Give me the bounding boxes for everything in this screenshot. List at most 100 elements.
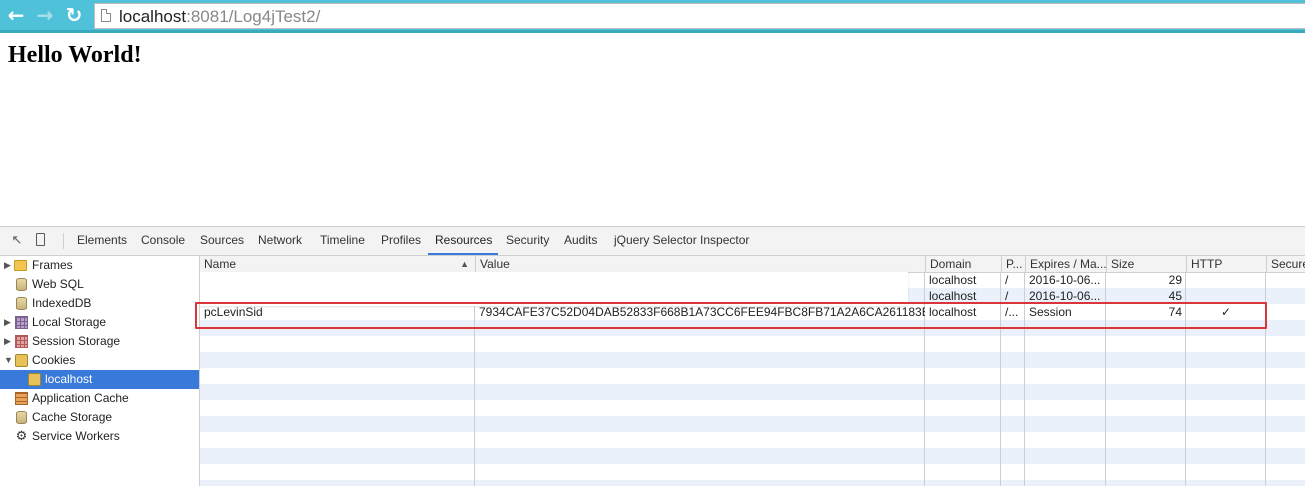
sidebar-item-cookies-localhost[interactable]: localhost (0, 370, 199, 389)
table-stripe (200, 368, 1305, 384)
gear-icon: ⚙ (15, 429, 28, 444)
tab-elements[interactable]: Elements (76, 227, 128, 255)
sidebar-item-label: Cache Storage (32, 410, 113, 424)
table-header: Name ▲ Value Domain P... Expires / Ma... … (200, 256, 1305, 273)
table-stripe (200, 320, 1305, 336)
page-icon (101, 9, 111, 22)
sidebar-item-cookies[interactable]: ▼ Cookies (0, 351, 199, 370)
cell-expires: 2016-10-06... (1029, 273, 1101, 287)
table-stripe (200, 480, 1305, 486)
cell-path: / (1005, 289, 1009, 303)
cell-expires: Session (1029, 305, 1072, 319)
table-stripe (200, 384, 1305, 400)
cookie-icon (15, 354, 28, 367)
cookie-icon (28, 373, 41, 386)
tab-timeline[interactable]: Timeline (319, 227, 366, 255)
url-path: :8081/Log4jTest2/ (186, 7, 321, 26)
tab-security[interactable]: Security (505, 227, 550, 255)
collapse-triangle-icon[interactable]: ▼ (4, 351, 13, 370)
tab-network[interactable]: Network (257, 227, 303, 255)
cell-size: 29 (1168, 273, 1182, 287)
column-header-http[interactable]: HTTP (1186, 256, 1266, 272)
cell-secure (1266, 288, 1305, 304)
sidebar-item-application-cache[interactable]: Application Cache (0, 389, 199, 408)
tab-jquery-selector-inspector[interactable]: jQuery Selector Inspector (613, 227, 750, 255)
sidebar-item-local-storage[interactable]: ▶ Local Storage (0, 313, 199, 332)
sidebar-item-label: Service Workers (32, 429, 120, 443)
sidebar-item-frames[interactable]: ▶ Frames (0, 256, 199, 275)
tab-sources[interactable]: Sources (199, 227, 245, 255)
expand-triangle-icon[interactable]: ▶ (4, 256, 12, 275)
tab-audits[interactable]: Audits (563, 227, 598, 255)
forward-arrow-icon[interactable]: → (34, 4, 56, 26)
table-stripe (200, 400, 1305, 416)
sidebar-item-label: localhost (45, 372, 93, 386)
table-stripe (200, 448, 1305, 464)
inspect-element-icon[interactable]: ↖ (10, 233, 24, 247)
sidebar-item-label: Cookies (32, 353, 76, 367)
sidebar-item-label: IndexedDB (32, 296, 92, 310)
url-host: localhost (119, 7, 187, 26)
cell-domain: localhost (929, 305, 977, 319)
folder-icon (14, 260, 27, 271)
table-stripe (200, 416, 1305, 432)
sidebar-item-label: Application Cache (32, 391, 129, 405)
column-header-value[interactable]: Value (475, 256, 925, 272)
cell-expires: 2016-10-06... (1029, 289, 1101, 303)
tab-profiles[interactable]: Profiles (380, 227, 422, 255)
cookies-table: Name ▲ Value Domain P... Expires / Ma... … (200, 256, 1305, 486)
cell-domain: localhost (929, 273, 977, 287)
cell-http (1186, 272, 1266, 288)
expand-triangle-icon[interactable]: ▶ (4, 332, 12, 351)
address-bar[interactable]: localhost:8081/Log4jTest2/ (94, 3, 1305, 29)
page-heading: Hello World! (8, 42, 142, 68)
cell-path: /... (1005, 305, 1019, 319)
table-stripe (200, 336, 1305, 352)
devtools-toolbar: ↖ Elements Console Sources Network Timel… (0, 227, 1305, 256)
column-header-path[interactable]: P... (1001, 256, 1025, 272)
expand-triangle-icon[interactable]: ▶ (4, 313, 12, 332)
grid-icon (15, 316, 28, 329)
cell-secure (1266, 304, 1305, 320)
sidebar-item-web-sql[interactable]: Web SQL (0, 275, 199, 294)
sidebar-item-label: Local Storage (32, 315, 107, 329)
cell-http (1186, 288, 1266, 304)
database-icon (16, 297, 27, 310)
appcache-icon (15, 392, 28, 405)
cell-name: pcLevinSid (204, 305, 263, 319)
cell-value: 7934CAFE37C52D04DAB52833F668B1A73CC6FEE9… (479, 305, 925, 319)
tab-console[interactable]: Console (140, 227, 186, 255)
sidebar-item-label: Web SQL (32, 277, 84, 291)
device-mode-icon[interactable] (36, 233, 45, 246)
column-header-secure[interactable]: Secure (1266, 256, 1305, 272)
table-row[interactable]: pcLevinSid 7934CAFE37C52D04DAB52833F668B… (200, 304, 1305, 320)
cell-path: / (1005, 273, 1009, 287)
sidebar-item-label: Frames (32, 258, 73, 272)
database-icon (16, 278, 27, 291)
cell-size: 74 (1168, 305, 1182, 319)
sidebar-item-session-storage[interactable]: ▶ Session Storage (0, 332, 199, 351)
back-arrow-icon[interactable]: ← (5, 4, 27, 26)
table-stripe (200, 464, 1305, 480)
browser-toolbar: ← → ↻ localhost:8081/Log4jTest2/ (0, 0, 1305, 33)
resources-sidebar: ▶ Frames Web SQL IndexedDB ▶ Local Stora… (0, 256, 200, 486)
sort-ascending-icon: ▲ (460, 259, 469, 269)
column-header-domain[interactable]: Domain (925, 256, 1001, 272)
cell-http: ✓ (1220, 305, 1232, 319)
tab-resources[interactable]: Resources (428, 227, 498, 255)
column-header-expires[interactable]: Expires / Ma... (1025, 256, 1106, 272)
database-icon (16, 411, 27, 424)
table-stripe (200, 352, 1305, 368)
reload-icon[interactable]: ↻ (63, 4, 85, 26)
table-stripe (200, 432, 1305, 448)
column-header-label: Name (204, 257, 237, 271)
column-header-size[interactable]: Size (1106, 256, 1186, 272)
column-header-name[interactable]: Name ▲ (200, 256, 475, 272)
sidebar-item-cache-storage[interactable]: Cache Storage (0, 408, 199, 427)
url-text[interactable]: localhost:8081/Log4jTest2/ (119, 7, 320, 27)
sidebar-item-label: Session Storage (32, 334, 121, 348)
devtools-panel: ↖ Elements Console Sources Network Timel… (0, 226, 1305, 486)
sidebar-item-service-workers[interactable]: ⚙ Service Workers (0, 427, 199, 446)
sidebar-item-indexeddb[interactable]: IndexedDB (0, 294, 199, 313)
redaction-overlay (200, 272, 908, 306)
